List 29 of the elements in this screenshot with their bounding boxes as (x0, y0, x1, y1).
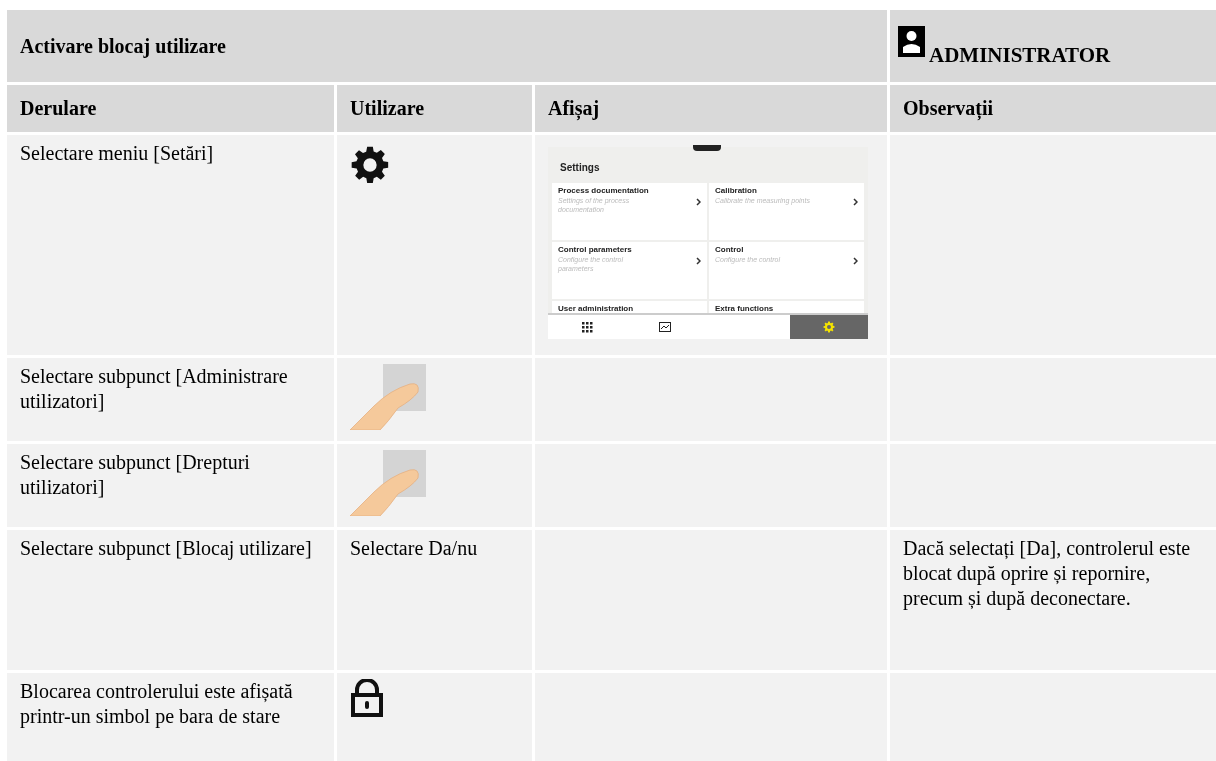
role-label: ADMINISTRATOR (929, 43, 1111, 68)
table-cell: Selectare subpunct [Blocaj utilizare] (7, 530, 334, 670)
status-notch (693, 145, 721, 151)
chevron-icon (853, 198, 858, 206)
table-cell: Blocarea controlerului este afișată printr-un simbol pe bara de stare (7, 673, 334, 761)
settings-tile[interactable]: Extra functions (709, 301, 864, 313)
padlock-icon (350, 679, 384, 717)
chevron-icon (696, 198, 701, 206)
finger-touch-icon (350, 364, 426, 430)
table-title: Activare blocaj utilizare (7, 10, 887, 82)
table-cell: Selectare subpunct [Drepturi utilizatori] (7, 444, 334, 527)
column-header: Utilizare (337, 85, 532, 132)
screen-title: Settings (560, 161, 600, 175)
chevron-icon (696, 257, 701, 265)
finger-touch-icon (350, 450, 426, 516)
settings-icon (823, 321, 835, 333)
settings-tile[interactable]: User administration (552, 301, 707, 313)
column-header: Derulare (7, 85, 334, 132)
column-header: Observații (890, 85, 1216, 132)
user-icon (898, 26, 925, 57)
gear-icon (350, 145, 390, 185)
chart-icon (659, 322, 671, 332)
chevron-icon (853, 257, 858, 265)
table-cell: Selectare meniu [Setări] (7, 135, 334, 355)
column-header: Afișaj (535, 85, 887, 132)
operation-text: Selectare Da/nu (350, 537, 478, 559)
table-cell: Selectare subpunct [Administrare utilizatori] (7, 358, 334, 441)
apps-grid-icon (581, 321, 593, 333)
table-cell: Dacă selectați [Da], controlerul este blocat după oprire și repornire, precum și după deconectare. (890, 530, 1216, 670)
